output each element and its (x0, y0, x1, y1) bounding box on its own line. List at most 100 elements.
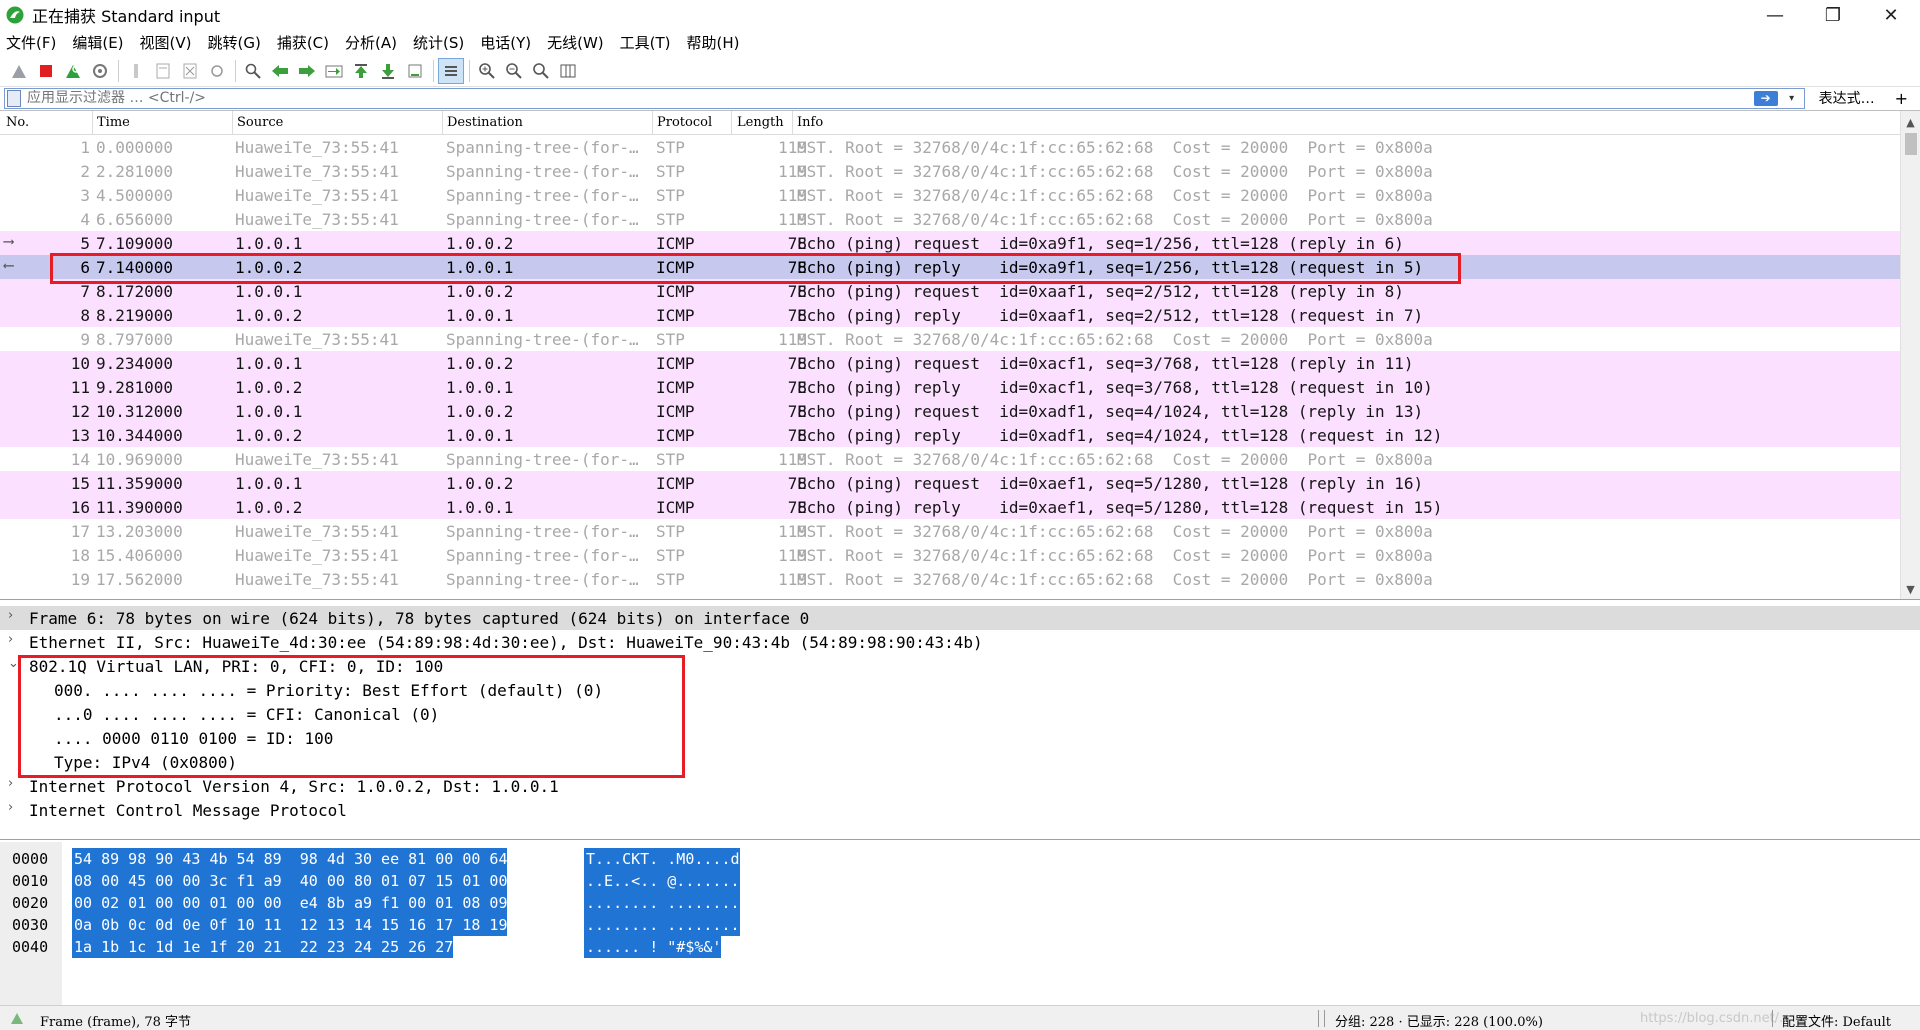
bytes-ascii[interactable]: ..E..<.. @....... (584, 870, 740, 892)
filter-bookmark-icon[interactable] (7, 89, 21, 107)
menu-edit[interactable]: 编辑(E) (72, 32, 123, 53)
bytes-ascii[interactable]: ........ ........ (584, 892, 740, 914)
bytes-hex[interactable]: 0a 0b 0c 0d 0e 0f 10 11 12 13 14 15 16 1… (72, 914, 508, 936)
packet-row[interactable]: 12 10.312000 1.0.0.1 1.0.0.2 ICMP 78 Echo (pin… (0, 399, 1900, 423)
collapsed-chevron-icon[interactable]: › (8, 608, 13, 623)
display-filter-input[interactable] (27, 90, 627, 106)
stop-capture-icon[interactable] (33, 58, 59, 84)
menu-file[interactable]: 文件(F) (6, 32, 56, 53)
column-header-info[interactable]: Info (797, 115, 823, 130)
packet-row[interactable]: 15 11.359000 1.0.0.1 1.0.0.2 ICMP 78 Echo (pin… (0, 471, 1900, 495)
bytes-hex[interactable]: 08 00 45 00 00 3c f1 a9 40 00 80 01 07 1… (72, 870, 508, 892)
status-profile[interactable]: 配置文件: Default (1782, 1011, 1891, 1030)
packet-row[interactable]: 13 10.344000 1.0.0.2 1.0.0.1 ICMP 78 Echo (pin… (0, 423, 1900, 447)
open-file-icon[interactable] (123, 58, 149, 84)
close-button[interactable]: ✕ (1862, 0, 1920, 30)
details-tree-item[interactable]: .... 0000 0110 0100 = ID: 100 (0, 726, 1920, 750)
packet-row[interactable]: 19 17.562000 HuaweiTe_73:55:41 Spanning-tre… (0, 567, 1900, 591)
menu-help[interactable]: 帮助(H) (687, 32, 740, 53)
resize-columns-icon[interactable] (555, 58, 581, 84)
details-tree-item[interactable]: ⌄ 802.1Q Virtual LAN, PRI: 0, CFI: 0, ID:… (0, 654, 1920, 678)
details-tree-item[interactable]: Type: IPv4 (0x0800) (0, 750, 1920, 774)
packet-row[interactable]: ⟶ 5 7.109000 1.0.0.1 1.0.0.2 ICMP 78 Echo (ping… (0, 231, 1900, 255)
packet-source: 1.0.0.1 (235, 234, 303, 253)
close-file-icon[interactable] (177, 58, 203, 84)
go-forward-icon[interactable] (294, 58, 320, 84)
packet-row[interactable]: 4 6.656000 HuaweiTe_73:55:41 Spanning-tree-… (0, 207, 1900, 231)
details-tree-item[interactable]: › Frame 6: 78 bytes on wire (624 bits), 7… (0, 606, 1920, 630)
packet-row[interactable]: 8 8.219000 1.0.0.2 1.0.0.1 ICMP 78 Echo (ping)… (0, 303, 1900, 327)
bytes-hex[interactable]: 00 02 01 00 00 01 00 00 e4 8b a9 f1 00 0… (72, 892, 508, 914)
shark-fin-start-icon[interactable] (6, 58, 32, 84)
column-header-protocol[interactable]: Protocol (657, 115, 712, 130)
filter-dropdown-icon[interactable]: ▾ (1784, 91, 1800, 106)
menu-tools[interactable]: 工具(T) (620, 32, 671, 53)
minimize-button[interactable]: — (1746, 0, 1804, 30)
go-to-packet-icon[interactable] (321, 58, 347, 84)
capture-options-icon[interactable] (87, 58, 113, 84)
scroll-up-icon[interactable]: ▲ (1901, 113, 1920, 131)
packet-info: MST. Root = 32768/0/4c:1f:cc:65:62:68 Co… (797, 186, 1433, 205)
go-back-icon[interactable] (267, 58, 293, 84)
expert-info-icon[interactable] (10, 1011, 24, 1025)
packet-row[interactable]: 3 4.500000 HuaweiTe_73:55:41 Spanning-tree-… (0, 183, 1900, 207)
menu-go[interactable]: 跳转(G) (208, 32, 261, 53)
collapsed-chevron-icon[interactable]: › (8, 800, 13, 815)
zoom-out-icon[interactable] (501, 58, 527, 84)
zoom-in-icon[interactable] (474, 58, 500, 84)
packet-row[interactable]: 2 2.281000 HuaweiTe_73:55:41 Spanning-tree-… (0, 159, 1900, 183)
packet-row[interactable]: 10 9.234000 1.0.0.1 1.0.0.2 ICMP 78 Echo (ping… (0, 351, 1900, 375)
apply-filter-button[interactable]: ➔ (1753, 90, 1778, 106)
maximize-button[interactable]: ❐ (1804, 0, 1862, 30)
packet-row[interactable]: 7 8.172000 1.0.0.1 1.0.0.2 ICMP 78 Echo (ping)… (0, 279, 1900, 303)
menu-analyze[interactable]: 分析(A) (345, 32, 397, 53)
bytes-ascii[interactable]: ...... ! "#$%&' (584, 936, 722, 958)
packet-row[interactable]: 14 10.969000 HuaweiTe_73:55:41 Spanning-tre… (0, 447, 1900, 471)
menu-wireless[interactable]: 无线(W) (547, 32, 604, 53)
menu-telephony[interactable]: 电话(Y) (480, 32, 531, 53)
packet-row[interactable]: 16 11.390000 1.0.0.2 1.0.0.1 ICMP 78 Echo (pin… (0, 495, 1900, 519)
scroll-down-icon[interactable]: ▼ (1901, 580, 1920, 598)
colorize-icon[interactable] (438, 57, 464, 84)
bytes-ascii[interactable]: ........ ........ (584, 914, 740, 936)
details-tree-item[interactable]: › Ethernet II, Src: HuaweiTe_4d:30:ee (54… (0, 630, 1920, 654)
packet-row[interactable]: 11 9.281000 1.0.0.2 1.0.0.1 ICMP 78 Echo (ping… (0, 375, 1900, 399)
expanded-chevron-icon[interactable]: ⌄ (8, 656, 19, 671)
find-packet-icon[interactable] (240, 58, 266, 84)
details-tree-item[interactable]: › Internet Control Message Protocol (0, 798, 1920, 822)
scrollbar-thumb[interactable] (1905, 133, 1917, 155)
autoscroll-icon[interactable] (402, 58, 428, 84)
first-packet-icon[interactable] (348, 58, 374, 84)
packet-row[interactable]: 17 13.203000 HuaweiTe_73:55:41 Spanning-tre… (0, 519, 1900, 543)
packet-info: MST. Root = 32768/0/4c:1f:cc:65:62:68 Co… (797, 138, 1433, 157)
details-tree-item[interactable]: ...0 .... .... .... = CFI: Canonical (0) (0, 702, 1920, 726)
expression-button[interactable]: 表达式… (1819, 88, 1875, 108)
column-header-length[interactable]: Length (737, 115, 784, 130)
collapsed-chevron-icon[interactable]: › (8, 632, 13, 647)
bytes-hex[interactable]: 54 89 98 90 43 4b 54 89 98 4d 30 ee 81 0… (72, 848, 508, 870)
packet-list-scrollbar[interactable]: ▲ ▼ (1900, 111, 1920, 599)
bytes-hex[interactable]: 1a 1b 1c 1d 1e 1f 20 21 22 23 24 25 26 2… (72, 936, 454, 958)
save-file-icon[interactable] (150, 58, 176, 84)
menu-statistics[interactable]: 统计(S) (413, 32, 464, 53)
packet-row[interactable]: ⟵ 6 7.140000 1.0.0.2 1.0.0.1 ICMP 78 Echo (ping… (0, 255, 1900, 279)
display-filter-field[interactable]: ➔ ▾ (4, 87, 1805, 109)
last-packet-icon[interactable] (375, 58, 401, 84)
reload-icon[interactable] (204, 58, 230, 84)
column-header-source[interactable]: Source (237, 115, 283, 130)
collapsed-chevron-icon[interactable]: › (8, 776, 13, 791)
menu-view[interactable]: 视图(V) (140, 32, 192, 53)
add-filter-button[interactable]: + (1895, 89, 1908, 108)
details-tree-item[interactable]: › Internet Protocol Version 4, Src: 1.0.0… (0, 774, 1920, 798)
menu-capture[interactable]: 捕获(C) (277, 32, 329, 53)
bytes-ascii[interactable]: T...CKT. .M0....d (584, 848, 740, 870)
packet-row[interactable]: 1 0.000000 HuaweiTe_73:55:41 Spanning-tree-… (0, 135, 1900, 159)
column-header-time[interactable]: Time (97, 115, 130, 130)
restart-capture-icon[interactable] (60, 58, 86, 84)
packet-row[interactable]: 9 8.797000 HuaweiTe_73:55:41 Spanning-tree-… (0, 327, 1900, 351)
packet-row[interactable]: 18 15.406000 HuaweiTe_73:55:41 Spanning-tre… (0, 543, 1900, 567)
column-header-no[interactable]: No. (6, 115, 29, 130)
zoom-normal-icon[interactable] (528, 58, 554, 84)
details-tree-item[interactable]: 000. .... .... .... = Priority: Best Eff… (0, 678, 1920, 702)
column-header-destination[interactable]: Destination (447, 115, 523, 130)
